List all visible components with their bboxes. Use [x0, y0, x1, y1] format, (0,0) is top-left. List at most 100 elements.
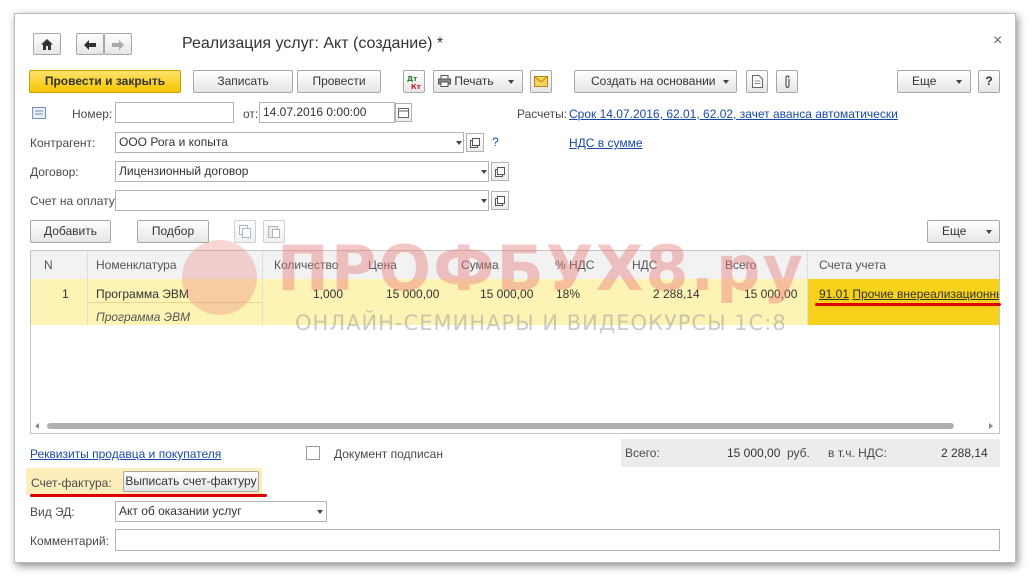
row-account[interactable]: 91.01 Прочие внереализационные [819, 287, 1000, 301]
invoice-for-payment-label: Счет на оплату: [30, 194, 119, 208]
more-button[interactable]: Еще [897, 70, 971, 93]
total-label: Всего: [625, 446, 660, 460]
contract-label: Договор: [30, 165, 79, 179]
settlements-link[interactable]: Срок 14.07.2016, 62.01, 62.02, зачет ава… [569, 107, 898, 121]
scrollbar-arrow-right[interactable] [989, 423, 993, 429]
ed-type-field[interactable]: Акт об оказании услуг [115, 501, 327, 522]
printer-icon [438, 75, 451, 87]
account-cell-highlight [807, 279, 999, 325]
column-separator [87, 251, 88, 325]
copy-icon [239, 225, 251, 238]
issue-invoice-button[interactable]: Выписать счет-фактуру [123, 471, 259, 492]
contract-open-button[interactable] [491, 162, 509, 181]
annotation-underline [815, 303, 1001, 306]
row-nomenclature[interactable]: Программа ЭВМ [96, 287, 189, 301]
comment-field[interactable] [115, 529, 1000, 551]
signed-checkbox[interactable] [306, 446, 320, 460]
close-icon[interactable]: × [993, 32, 1002, 50]
paperclip-icon [784, 75, 790, 89]
open-icon [495, 196, 505, 206]
attach-button[interactable] [776, 70, 798, 93]
home-icon [41, 39, 53, 50]
column-header-nomenclature[interactable]: Номенклатура [96, 251, 177, 279]
help-button[interactable]: ? [978, 70, 1000, 93]
document-window: Реализация услуг: Акт (создание) * × Про… [14, 13, 1016, 563]
add-row-button[interactable]: Добавить [30, 220, 111, 243]
arrow-left-icon [84, 40, 96, 50]
post-and-close-button[interactable]: Провести и закрыть [29, 70, 181, 93]
chevron-down-icon [956, 80, 962, 84]
vat-included-label: в т.ч. НДС: [828, 446, 887, 460]
requisites-link[interactable]: Реквизиты продавца и покупателя [30, 447, 221, 461]
scrollbar-thumb[interactable] [47, 423, 954, 429]
settlements-label: Расчеты: [517, 107, 568, 121]
column-separator [262, 251, 263, 325]
chevron-down-icon [508, 80, 514, 84]
more-label: Еще [912, 74, 937, 88]
comment-label: Комментарий: [30, 534, 109, 548]
calendar-icon [398, 108, 409, 118]
dt-kt-button[interactable]: Дт Кт [403, 70, 425, 93]
document-structure-button[interactable] [746, 70, 768, 93]
account-name: Прочие внереализационные [852, 287, 1000, 301]
table-more-button[interactable]: Еще [927, 220, 1000, 243]
pick-button[interactable]: Подбор [137, 220, 209, 243]
total-value: 15 000,00 [727, 446, 781, 460]
envelope-icon [534, 76, 548, 87]
counterparty-open-button[interactable] [466, 133, 484, 152]
chevron-down-icon[interactable] [317, 510, 323, 514]
invoice-label: Счет-фактура: [31, 476, 112, 490]
chevron-down-icon[interactable] [456, 141, 462, 145]
ed-type-label: Вид ЭД: [30, 505, 75, 519]
horizontal-scrollbar[interactable] [33, 421, 997, 431]
back-button[interactable] [76, 33, 104, 55]
table-more-label: Еще [942, 224, 967, 238]
svg-text:Кт: Кт [411, 83, 422, 90]
watermark-logo-circle [182, 240, 257, 315]
watermark-subtitle: ОНЛАЙН-СЕМИНАРЫ И ВИДЕОКУРСЫ 1С:8 [295, 311, 787, 335]
scrollbar-arrow-left[interactable] [35, 423, 39, 429]
watermark-title: ПРОФБУХ8.ру [277, 232, 805, 305]
vat-in-amount-link[interactable]: НДС в сумме [569, 136, 643, 150]
chevron-down-icon[interactable] [481, 170, 487, 174]
vat-included-value: 2 288,14 [941, 446, 988, 460]
account-code: 91.01 [819, 287, 850, 301]
create-based-on-button[interactable]: Создать на основании [574, 70, 737, 93]
svg-text:Дт: Дт [407, 75, 418, 83]
annotation-underline [30, 494, 267, 497]
print-label: Печать [454, 74, 494, 88]
forward-button[interactable] [104, 33, 132, 55]
home-button[interactable] [33, 33, 61, 55]
chevron-down-icon [986, 230, 992, 234]
counterparty-field[interactable]: ООО Рога и копыта [115, 132, 464, 153]
calendar-button[interactable] [395, 103, 412, 122]
counterparty-help-link[interactable]: ? [492, 135, 499, 149]
arrow-right-icon [112, 40, 124, 50]
chevron-down-icon[interactable] [481, 199, 487, 203]
post-button[interactable]: Провести [297, 70, 381, 93]
window-title: Реализация услуг: Акт (создание) * [182, 35, 444, 52]
copy-row-button[interactable] [234, 220, 256, 243]
counterparty-label: Контрагент: [30, 136, 96, 150]
dt-kt-icon: Дт Кт [407, 75, 422, 91]
open-icon [470, 138, 480, 148]
date-field[interactable]: 14.07.2016 0:00:00 [259, 102, 395, 123]
row-number: 1 [62, 287, 69, 301]
contract-field[interactable]: Лицензионный договор [115, 161, 489, 182]
invoice-for-payment-field[interactable] [115, 190, 489, 211]
number-label: Номер: [72, 107, 113, 121]
column-header-n[interactable]: N [44, 251, 53, 279]
open-icon [495, 167, 505, 177]
column-separator [807, 251, 808, 325]
currency-label: руб. [787, 446, 810, 460]
invoice-open-button[interactable] [491, 191, 509, 210]
date-label: от: [243, 107, 259, 121]
column-header-accounts[interactable]: Счета учета [819, 251, 886, 279]
totals-panel: Всего: 15 000,00 руб. в т.ч. НДС: 2 288,… [621, 439, 1000, 467]
chevron-down-icon [723, 80, 729, 84]
save-button[interactable]: Записать [193, 70, 293, 93]
print-button[interactable]: Печать [433, 70, 523, 93]
number-field[interactable] [115, 102, 234, 123]
email-button[interactable] [530, 70, 552, 93]
row-content[interactable]: Программа ЭВМ [96, 310, 190, 324]
